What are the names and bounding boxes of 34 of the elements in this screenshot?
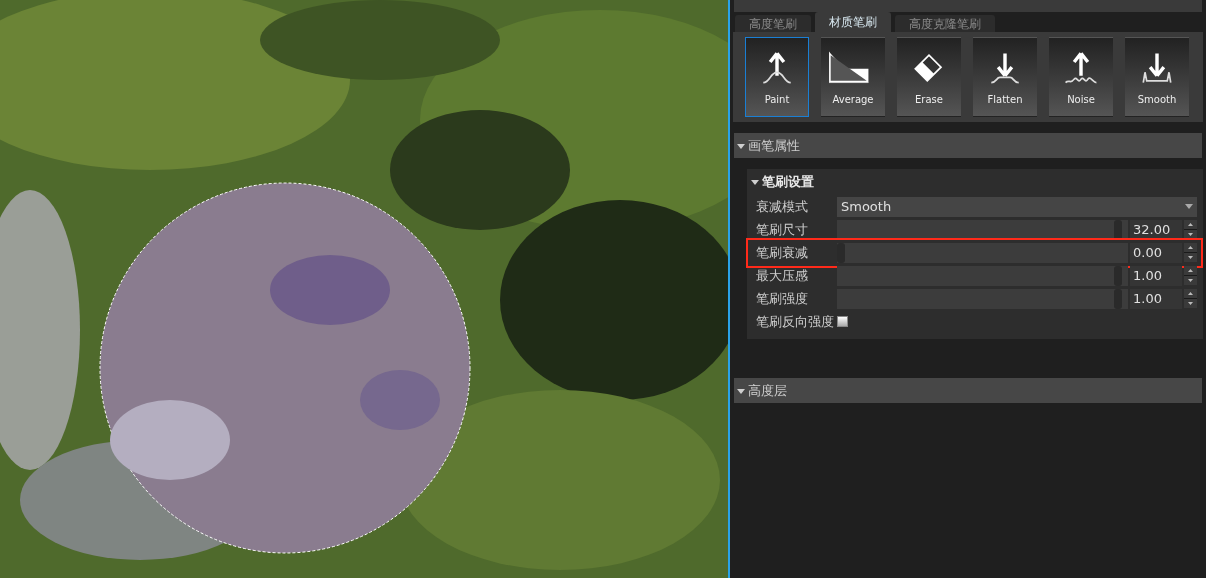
spin-buttons[interactable] xyxy=(1184,289,1197,308)
slider-thumb[interactable] xyxy=(1114,219,1123,240)
expanded-caret-icon[interactable] xyxy=(751,178,759,186)
brush-button[interactable]: Smooth xyxy=(1125,37,1189,117)
brush-tab[interactable]: 高度笔刷 xyxy=(735,15,811,32)
value-field[interactable]: 1.00 xyxy=(1130,265,1182,286)
brush-button[interactable]: Average xyxy=(821,37,885,117)
property-label: 笔刷尺寸 xyxy=(755,220,809,239)
value-field[interactable]: 0.00 xyxy=(1130,242,1182,263)
property-label: 最大压感 xyxy=(755,266,809,285)
group-header[interactable]: 笔刷设置 xyxy=(747,169,1203,195)
section-header[interactable]: 高度层 xyxy=(734,378,1202,403)
spin-buttons[interactable] xyxy=(1184,266,1197,285)
brush-button[interactable]: Erase xyxy=(897,37,961,117)
value-field[interactable]: 1.00 xyxy=(1130,288,1182,309)
property-label: 笔刷强度 xyxy=(755,289,809,308)
expanded-caret-icon[interactable] xyxy=(737,141,745,150)
dropdown-arrow-icon xyxy=(1185,204,1193,209)
spin-buttons[interactable] xyxy=(1184,243,1197,262)
falloff-dropdown[interactable]: Smooth xyxy=(837,196,1197,217)
section-header[interactable]: 画笔属性 xyxy=(734,133,1202,158)
property-label: 衰减模式 xyxy=(755,197,809,216)
brush-tab[interactable]: 高度克隆笔刷 xyxy=(895,15,995,32)
brush-button[interactable]: Noise xyxy=(1049,37,1113,117)
expanded-caret-icon[interactable] xyxy=(737,386,745,395)
brush-button[interactable]: Flatten xyxy=(973,37,1037,117)
checkbox[interactable] xyxy=(837,316,848,327)
slider-track[interactable] xyxy=(837,219,1128,240)
property-label: 笔刷衰减 xyxy=(755,243,809,262)
brush-tab[interactable]: 材质笔刷 xyxy=(815,12,891,32)
property-label: 笔刷反向强度 xyxy=(755,312,835,331)
value-field[interactable]: 32.00 xyxy=(1130,219,1182,240)
slider-track[interactable] xyxy=(837,265,1128,286)
brush-button[interactable]: Paint xyxy=(745,37,809,117)
